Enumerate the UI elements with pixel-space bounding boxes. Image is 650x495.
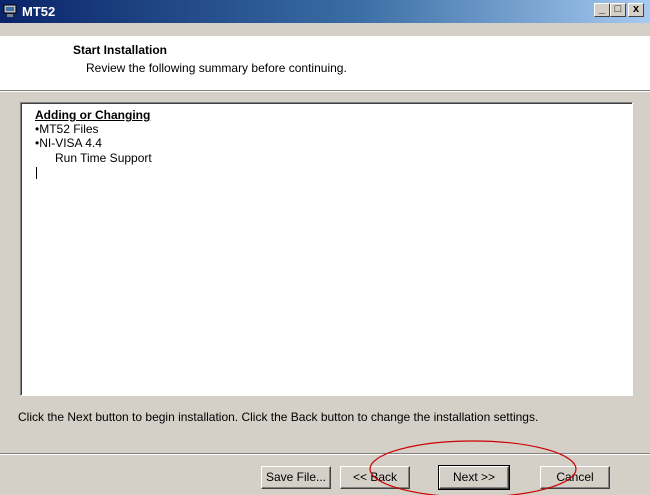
app-icon: [3, 4, 17, 17]
header-divider-highlight: [0, 91, 650, 92]
cancel-button[interactable]: Cancel: [540, 466, 610, 489]
info-text: Click the Next button to begin installat…: [18, 410, 539, 424]
summary-item: •MT52 Files: [35, 122, 99, 136]
header-panel: Start Installation Review the following …: [0, 36, 650, 90]
footer-divider-highlight: [0, 454, 650, 455]
summary-item: •NI-VISA 4.4: [35, 136, 102, 150]
text-caret: [36, 167, 37, 179]
save-file-button[interactable]: Save File...: [261, 466, 331, 489]
page-title: Start Installation: [73, 43, 168, 57]
title-bar[interactable]: MT52 _ □ x: [0, 0, 650, 23]
maximize-button[interactable]: □: [610, 3, 626, 17]
back-button[interactable]: << Back: [340, 466, 410, 489]
next-button[interactable]: Next >>: [438, 465, 510, 490]
summary-heading: Adding or Changing: [35, 108, 151, 122]
summary-subitem: Run Time Support: [55, 151, 152, 165]
close-button[interactable]: x: [628, 3, 644, 17]
page-subtitle: Review the following summary before cont…: [86, 61, 347, 75]
window-title: MT52: [22, 4, 56, 19]
summary-box[interactable]: Adding or Changing •MT52 Files •NI-VISA …: [20, 102, 633, 396]
minimize-button[interactable]: _: [594, 3, 610, 17]
